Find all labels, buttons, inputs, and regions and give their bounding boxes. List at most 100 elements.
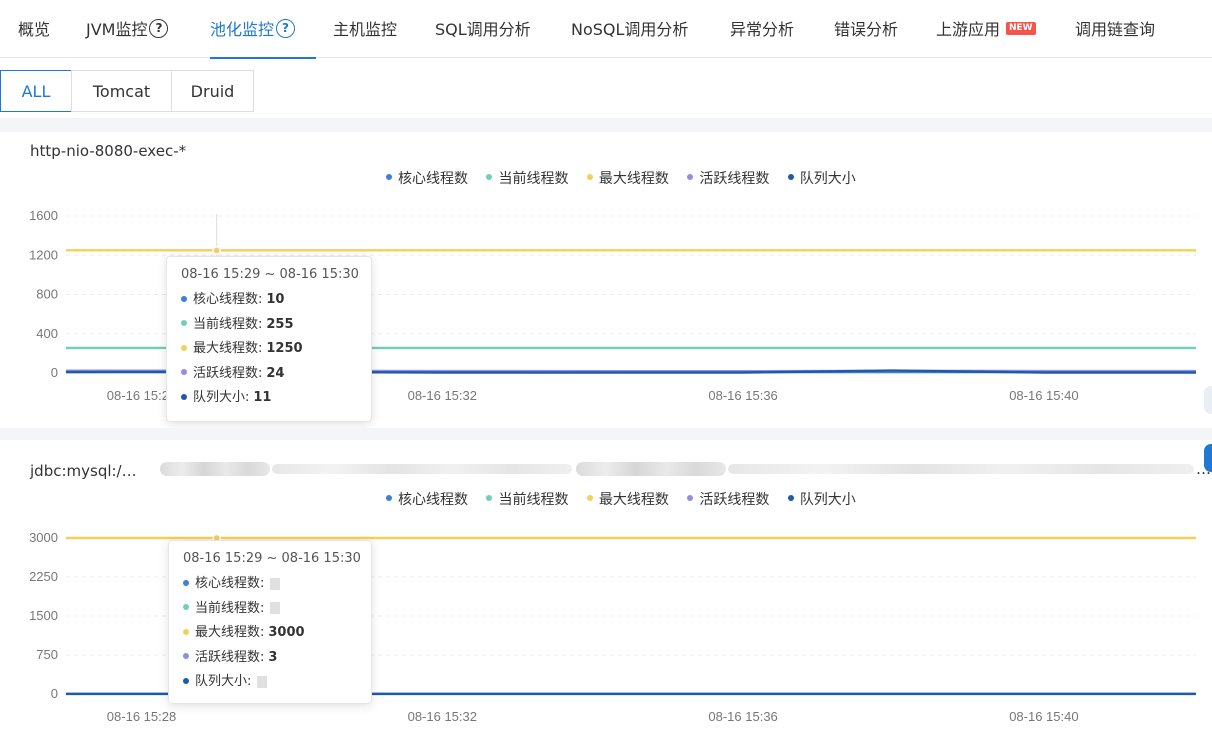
tab-label: 调用链查询 bbox=[1075, 20, 1156, 39]
redacted-block bbox=[576, 462, 726, 476]
subtab-tomcat[interactable]: Tomcat bbox=[71, 70, 172, 112]
chart-legend: 核心线程数 当前线程数 最大线程数 活跃线程数 队列大小 bbox=[386, 168, 870, 188]
tab-exception-analysis[interactable]: 异常分析 bbox=[730, 0, 794, 58]
tab-label: 池化监控 bbox=[210, 20, 275, 39]
legend-item[interactable]: 核心线程数 bbox=[386, 489, 468, 509]
tooltip-label: 核心线程数: bbox=[193, 292, 263, 307]
legend-item[interactable]: 最大线程数 bbox=[586, 489, 669, 509]
x-tick-label: 08-16 15:40 bbox=[1009, 388, 1078, 403]
subtab-all[interactable]: ALL bbox=[0, 70, 72, 112]
tooltip-label: 活跃线程数: bbox=[195, 649, 265, 665]
y-tick-label: 0 bbox=[51, 686, 58, 701]
tooltip-row: 最大线程数: 1250 bbox=[181, 337, 357, 362]
tooltip-value: 3000 bbox=[268, 625, 305, 641]
tooltip-label: 队列大小: bbox=[193, 390, 250, 406]
tab-label: 上游应用 bbox=[936, 20, 1001, 39]
chart-panel-tomcat: http-nio-8080-exec-* 核心线程数 当前线程数 最大线程数 活… bbox=[0, 132, 1212, 426]
chart-tooltip: 08-16 15:29 ~ 08-16 15:30 核心线程数: 当前线程数: … bbox=[168, 540, 372, 704]
legend-item[interactable]: 当前线程数 bbox=[486, 168, 568, 188]
scroll-handle[interactable] bbox=[1204, 444, 1212, 472]
y-tick-label: 800 bbox=[36, 287, 58, 302]
help-icon[interactable]: ? bbox=[149, 19, 169, 38]
tooltip-label: 最大线程数: bbox=[195, 625, 265, 641]
y-tick-label: 1500 bbox=[29, 608, 58, 623]
legend-label: 核心线程数 bbox=[398, 171, 468, 187]
chart-legend: 核心线程数 当前线程数 最大线程数 活跃线程数 队列大小 bbox=[386, 489, 870, 509]
legend-dot bbox=[586, 495, 593, 501]
tab-label: SQL调用分析 bbox=[435, 20, 531, 39]
tab-upstream-apps[interactable]: 上游应用 NEW bbox=[936, 0, 1036, 58]
tab-jvm-monitor[interactable]: JVM监控? bbox=[86, 0, 169, 58]
redacted-block bbox=[160, 462, 270, 476]
legend-item[interactable]: 最大线程数 bbox=[586, 168, 669, 188]
legend-label: 活跃线程数 bbox=[699, 171, 770, 187]
tooltip-dot bbox=[183, 677, 189, 684]
section-divider bbox=[0, 118, 1212, 132]
tooltip-dot bbox=[183, 579, 189, 586]
legend-dot bbox=[486, 495, 493, 501]
tooltip-dot bbox=[181, 344, 187, 351]
tooltip-dot bbox=[183, 604, 189, 611]
tooltip-label: 队列大小: bbox=[195, 674, 252, 690]
tooltip-dot bbox=[183, 653, 189, 660]
legend-item[interactable]: 活跃线程数 bbox=[687, 489, 769, 509]
legend-label: 活跃线程数 bbox=[699, 492, 770, 508]
legend-item[interactable]: 队列大小 bbox=[787, 489, 856, 509]
chart-panel-druid: jdbc:mysql:/… … 核心线程数 当前线程数 最大线程数 活跃线程数 … bbox=[0, 440, 1212, 744]
tab-label: 错误分析 bbox=[834, 20, 899, 39]
tab-nosql-analysis[interactable]: NoSQL调用分析 bbox=[571, 0, 688, 58]
legend-label: 最大线程数 bbox=[598, 171, 669, 187]
tab-sql-analysis[interactable]: SQL调用分析 bbox=[435, 0, 531, 58]
x-tick-label: 08-16 15:36 bbox=[708, 709, 777, 724]
help-icon[interactable]: ? bbox=[276, 19, 296, 38]
y-tick-label: 3000 bbox=[29, 530, 58, 545]
redacted-block bbox=[272, 464, 572, 474]
tab-overview[interactable]: 概览 bbox=[18, 0, 50, 58]
legend-item[interactable]: 核心线程数 bbox=[386, 168, 468, 188]
legend-dot bbox=[787, 495, 794, 501]
scroll-handle[interactable] bbox=[1204, 386, 1212, 414]
legend-item[interactable]: 队列大小 bbox=[787, 168, 856, 188]
tab-trace-query[interactable]: 调用链查询 bbox=[1075, 0, 1155, 58]
tooltip-row: 队列大小: bbox=[183, 670, 357, 695]
x-tick-label: 08-16 15:36 bbox=[708, 388, 777, 403]
tooltip-row: 队列大小: 11 bbox=[181, 386, 357, 411]
x-tick-label: 08-16 15:32 bbox=[408, 388, 477, 403]
tab-pool-monitor[interactable]: 池化监控? bbox=[210, 0, 316, 59]
section-divider bbox=[0, 428, 1212, 440]
legend-dot bbox=[486, 174, 493, 180]
tooltip-row: 最大线程数: 3000 bbox=[183, 621, 357, 646]
legend-label: 队列大小 bbox=[799, 492, 856, 508]
tooltip-value: 255 bbox=[266, 316, 294, 332]
tab-error-analysis[interactable]: 错误分析 bbox=[834, 0, 898, 58]
tooltip-dot bbox=[183, 628, 189, 635]
y-tick-label: 1200 bbox=[29, 247, 58, 262]
tooltip-value: 3 bbox=[268, 649, 278, 665]
chart-tooltip: 08-16 15:29 ~ 08-16 15:30 核心线程数: 10 当前线程数… bbox=[166, 256, 372, 422]
y-tick-label: 0 bbox=[51, 365, 58, 380]
tooltip-row: 核心线程数: bbox=[183, 572, 357, 597]
new-badge: NEW bbox=[1006, 22, 1036, 35]
panel-title: http-nio-8080-exec-* bbox=[30, 142, 187, 160]
tooltip-row: 当前线程数: bbox=[183, 597, 357, 622]
panel-title-text: jdbc:mysql:/… bbox=[30, 462, 137, 480]
tab-label: 主机监控 bbox=[333, 20, 398, 39]
tooltip-value: 11 bbox=[253, 390, 272, 406]
tooltip-value: 10 bbox=[266, 292, 285, 307]
redacted-value bbox=[257, 675, 268, 688]
legend-item[interactable]: 活跃线程数 bbox=[687, 168, 769, 188]
legend-label: 当前线程数 bbox=[498, 171, 569, 187]
tooltip-label: 核心线程数: bbox=[195, 576, 265, 591]
panel-title: jdbc:mysql:/… bbox=[30, 462, 137, 480]
legend-item[interactable]: 当前线程数 bbox=[486, 489, 568, 509]
tooltip-dot bbox=[181, 369, 187, 376]
tab-host-monitor[interactable]: 主机监控 bbox=[333, 0, 397, 58]
tab-label: 概览 bbox=[18, 20, 51, 39]
x-tick-label: 08-16 15:40 bbox=[1009, 709, 1078, 724]
redacted-value bbox=[270, 577, 281, 590]
tooltip-title: 08-16 15:29 ~ 08-16 15:30 bbox=[181, 267, 359, 282]
subtab-druid[interactable]: Druid bbox=[171, 70, 254, 112]
tooltip-dot bbox=[181, 320, 187, 327]
tooltip-label: 当前线程数: bbox=[195, 600, 265, 616]
legend-label: 最大线程数 bbox=[598, 492, 669, 508]
